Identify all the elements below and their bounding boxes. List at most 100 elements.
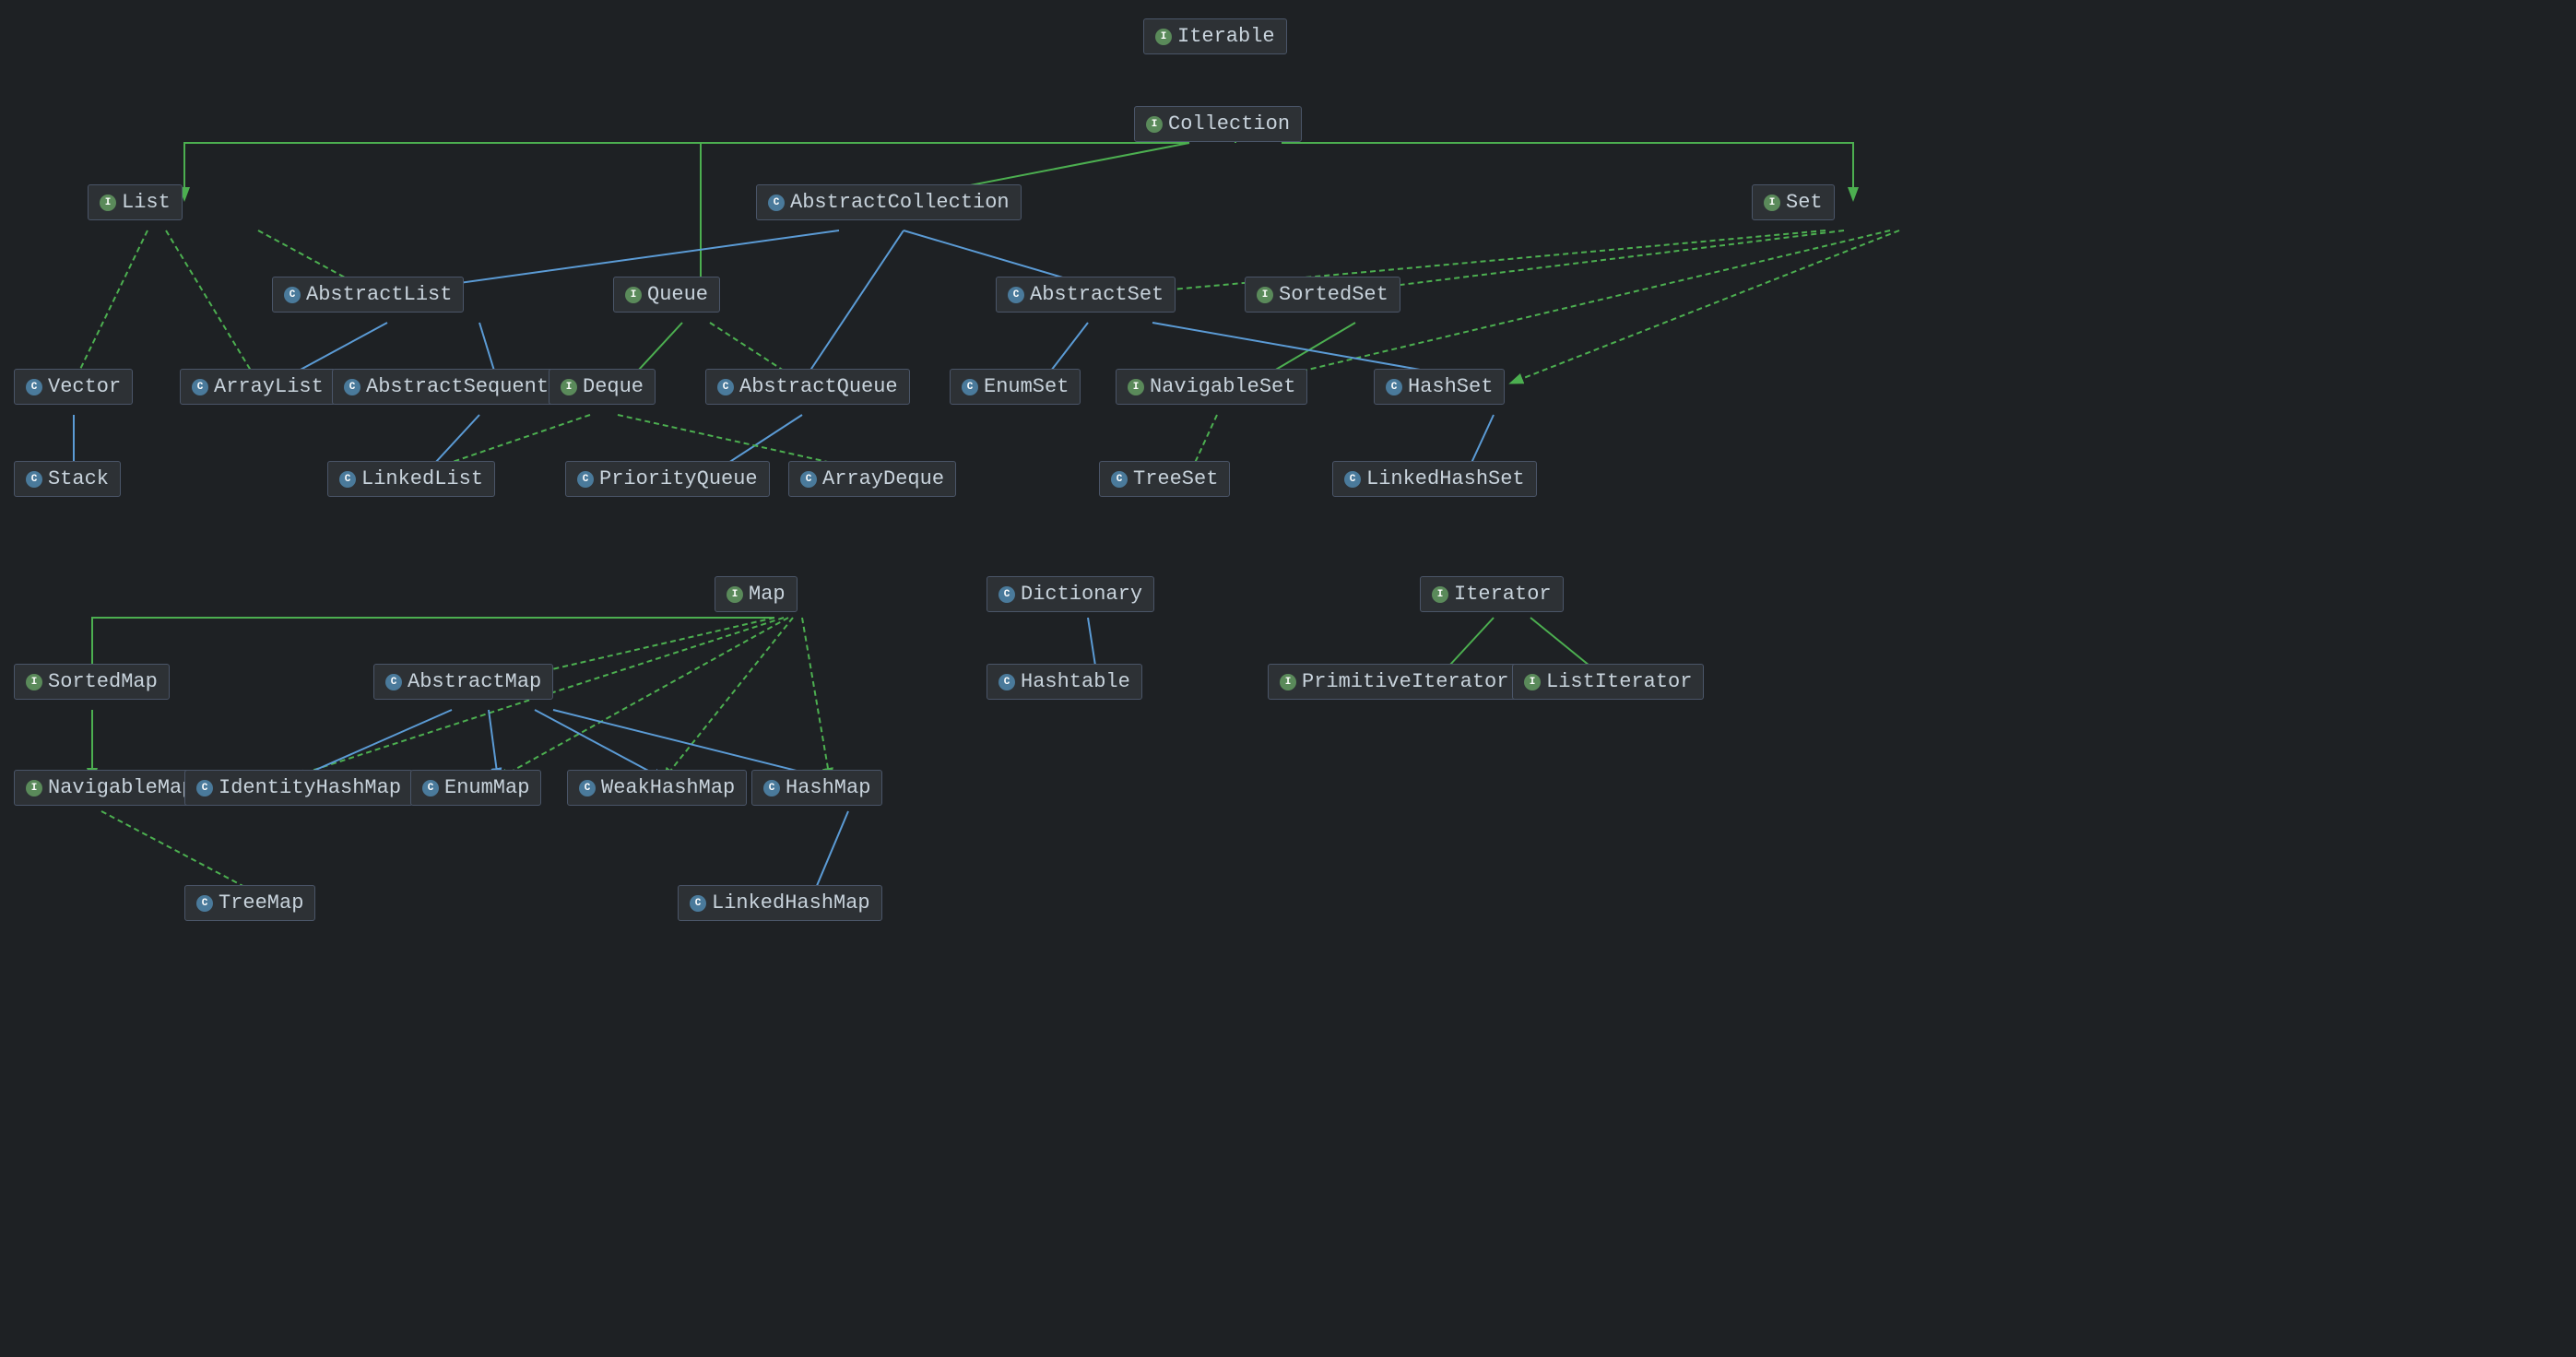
node-collection[interactable]: I Collection <box>1134 106 1302 142</box>
icon-arraylist: C <box>192 379 208 395</box>
node-linkedlist[interactable]: C LinkedList <box>327 461 495 497</box>
icon-abstractlist: C <box>284 287 301 303</box>
icon-vector: C <box>26 379 42 395</box>
node-enumset[interactable]: CEnumSet <box>950 369 1081 405</box>
node-listiterator[interactable]: I ListIterator <box>1512 664 1704 700</box>
icon-abstractset: C <box>1008 287 1024 303</box>
node-weakhashmap[interactable]: CWeakHashMap <box>567 770 747 806</box>
label-primitiveiterator: PrimitiveIterator <box>1302 670 1508 693</box>
label-map: Map <box>749 583 786 606</box>
node-hashset[interactable]: C HashSet <box>1374 369 1505 405</box>
icon-list: I <box>100 195 116 211</box>
icon-sortedmap: I <box>26 674 42 690</box>
label-deque: Deque <box>583 375 644 398</box>
label-sortedmap: SortedMap <box>48 670 158 693</box>
label-enumset: EnumSet <box>984 375 1069 398</box>
node-navigablemap[interactable]: I NavigableMap <box>14 770 206 806</box>
label-linkedlist: LinkedList <box>361 467 483 490</box>
label-identityhashmap: IdentityHashMap <box>219 776 401 799</box>
label-listiterator: ListIterator <box>1546 670 1692 693</box>
icon-hashtable: C <box>998 674 1015 690</box>
node-primitiveiterator[interactable]: IPrimitiveIterator <box>1268 664 1520 700</box>
icon-arraydeque: C <box>800 471 817 488</box>
node-arraylist[interactable]: C ArrayList <box>180 369 336 405</box>
icon-hashmap: C <box>763 780 780 796</box>
node-iterator[interactable]: I Iterator <box>1420 576 1564 612</box>
node-map[interactable]: I Map <box>715 576 798 612</box>
node-abstractmap[interactable]: CAbstractMap <box>373 664 553 700</box>
icon-queue: I <box>625 287 642 303</box>
icon-hashset: C <box>1386 379 1402 395</box>
icon-abstractsequentiallist: C <box>344 379 360 395</box>
icon-navigablemap: I <box>26 780 42 796</box>
node-arraydeque[interactable]: C ArrayDeque <box>788 461 956 497</box>
icon-dictionary: C <box>998 586 1015 603</box>
node-list[interactable]: I List <box>88 184 183 220</box>
node-vector[interactable]: C Vector <box>14 369 133 405</box>
icon-map: I <box>727 586 743 603</box>
label-dictionary: Dictionary <box>1021 583 1142 606</box>
label-list: List <box>122 191 171 214</box>
node-dictionary[interactable]: C Dictionary <box>987 576 1154 612</box>
node-iterable[interactable]: I Iterable <box>1143 18 1287 54</box>
label-collection: Collection <box>1168 112 1290 136</box>
node-linkedhashset[interactable]: C LinkedHashSet <box>1332 461 1537 497</box>
label-abstractlist: AbstractList <box>306 283 452 306</box>
icon-enummap: C <box>422 780 439 796</box>
node-hashtable[interactable]: CHashtable <box>987 664 1142 700</box>
icon-iterator: I <box>1432 586 1448 603</box>
node-treeset[interactable]: CTreeSet <box>1099 461 1230 497</box>
icon-linkedhashset: C <box>1344 471 1361 488</box>
label-vector: Vector <box>48 375 121 398</box>
diagram-container: I Iterable I Collection I List C AbstractCollec… <box>0 0 2576 1357</box>
icon-weakhashmap: C <box>579 780 596 796</box>
node-stack[interactable]: C Stack <box>14 461 121 497</box>
node-hashmap[interactable]: CHashMap <box>751 770 882 806</box>
node-abstractcollection[interactable]: C AbstractCollection <box>756 184 1022 220</box>
node-priorityqueue[interactable]: CPriorityQueue <box>565 461 770 497</box>
node-abstractlist[interactable]: C AbstractList <box>272 277 464 313</box>
node-enummap[interactable]: C EnumMap <box>410 770 541 806</box>
node-navigableset[interactable]: INavigableSet <box>1116 369 1307 405</box>
node-linkedhashmap[interactable]: C LinkedHashMap <box>678 885 882 921</box>
icon-abstractmap: C <box>385 674 402 690</box>
node-abstractset[interactable]: CAbstractSet <box>996 277 1176 313</box>
label-arraylist: ArrayList <box>214 375 324 398</box>
label-arraydeque: ArrayDeque <box>822 467 944 490</box>
label-abstractqueue: AbstractQueue <box>739 375 898 398</box>
icon-sortedset: I <box>1257 287 1273 303</box>
label-hashset: HashSet <box>1408 375 1493 398</box>
node-queue[interactable]: I Queue <box>613 277 720 313</box>
icon-listiterator: I <box>1524 674 1541 690</box>
label-linkedhashmap: LinkedHashMap <box>712 891 870 914</box>
icon-collection: I <box>1146 116 1163 133</box>
label-stack: Stack <box>48 467 109 490</box>
icon-identityhashmap: C <box>196 780 213 796</box>
label-treeset: TreeSet <box>1133 467 1218 490</box>
icon-iterable: I <box>1155 29 1172 45</box>
label-iterator: Iterator <box>1454 583 1552 606</box>
node-deque[interactable]: I Deque <box>549 369 656 405</box>
node-sortedmap[interactable]: I SortedMap <box>14 664 170 700</box>
label-treemap: TreeMap <box>219 891 303 914</box>
label-set: Set <box>1786 191 1823 214</box>
icon-abstractcollection: C <box>768 195 785 211</box>
label-queue: Queue <box>647 283 708 306</box>
icon-navigableset: I <box>1128 379 1144 395</box>
label-linkedhashset: LinkedHashSet <box>1366 467 1525 490</box>
node-abstractqueue[interactable]: C AbstractQueue <box>705 369 910 405</box>
label-abstractcollection: AbstractCollection <box>790 191 1010 214</box>
node-identityhashmap[interactable]: C IdentityHashMap <box>184 770 413 806</box>
icon-deque: I <box>561 379 577 395</box>
icon-linkedhashmap: C <box>690 895 706 912</box>
label-iterable: Iterable <box>1177 25 1275 48</box>
icon-abstractqueue: C <box>717 379 734 395</box>
node-set[interactable]: ISet <box>1752 184 1835 220</box>
node-treemap[interactable]: CTreeMap <box>184 885 315 921</box>
icon-linkedlist: C <box>339 471 356 488</box>
icon-stack: C <box>26 471 42 488</box>
label-navigablemap: NavigableMap <box>48 776 194 799</box>
label-enummap: EnumMap <box>444 776 529 799</box>
node-sortedset[interactable]: I SortedSet <box>1245 277 1400 313</box>
label-sortedset: SortedSet <box>1279 283 1388 306</box>
